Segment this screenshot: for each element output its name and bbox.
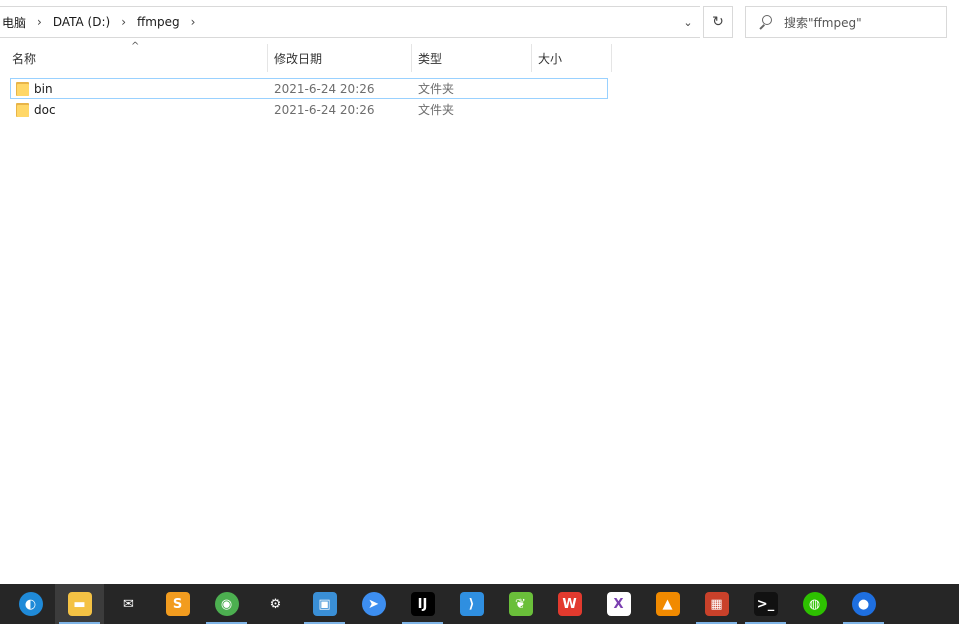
vlc-icon: ▲: [655, 592, 680, 616]
column-header-date-label: 修改日期: [274, 51, 323, 66]
taskbar-app-package-box[interactable]: ▦: [692, 584, 741, 624]
file-list: bin 2021-6-24 20:26 文件夹 doc 2021-6-24 20…: [10, 78, 608, 120]
xmind-icon: X: [606, 592, 631, 616]
file-date: 2021-6-24 20:26: [274, 102, 375, 117]
column-header-date[interactable]: 修改日期: [268, 44, 412, 72]
terminal-icon: >_: [753, 592, 778, 616]
settings-gear-icon: ⚙: [269, 596, 282, 612]
package-box-icon: ▦: [704, 592, 729, 616]
breadcrumb-item-drive[interactable]: DATA (D:): [51, 15, 112, 29]
wps-office-icon: W: [557, 592, 582, 616]
search-input[interactable]: 搜索"ffmpeg": [745, 6, 947, 38]
taskbar-app-vscode[interactable]: ⟩: [447, 584, 496, 624]
column-header-type-label: 类型: [418, 51, 443, 66]
refresh-button[interactable]: ↻: [703, 6, 733, 38]
taskbar-app-edge[interactable]: ◐: [6, 584, 55, 624]
taskbar-app-remote-desktop[interactable]: ▣: [300, 584, 349, 624]
taskbar-app-feishu[interactable]: ➤: [349, 584, 398, 624]
taskbar-app-sublime-text[interactable]: S: [153, 584, 202, 624]
breadcrumb-item-folder[interactable]: ffmpeg: [135, 15, 182, 29]
column-header-size-label: 大小: [538, 51, 563, 66]
file-row-bin[interactable]: bin 2021-6-24 20:26 文件夹: [10, 78, 608, 99]
taskbar-app-wps-office[interactable]: W: [545, 584, 594, 624]
wechat-icon: ◍: [802, 592, 827, 616]
search-placeholder: 搜索"ffmpeg": [784, 15, 862, 30]
taskbar-app-settings-gear[interactable]: ⚙: [251, 584, 300, 624]
file-type: 文件夹: [418, 103, 455, 117]
vscode-icon: ⟩: [459, 592, 484, 616]
taskbar-app-green-leaf-app[interactable]: ❦: [496, 584, 545, 624]
address-row: 电脑 › DATA (D:) › ffmpeg › ⌄ ↻ 搜索"ffmpeg": [0, 0, 959, 44]
mail-icon: ✉: [123, 596, 134, 612]
breadcrumb-item-this-pc[interactable]: 电脑: [0, 14, 28, 31]
taskbar-app-wechat[interactable]: ◍: [790, 584, 839, 624]
search-icon: [758, 15, 772, 29]
feishu-icon: ➤: [361, 592, 386, 616]
remote-desktop-icon: ▣: [312, 592, 337, 616]
map-pin-app-icon: ●: [851, 592, 876, 616]
taskbar-app-map-pin-app[interactable]: ●: [839, 584, 888, 624]
file-row-doc[interactable]: doc 2021-6-24 20:26 文件夹: [10, 99, 608, 120]
column-header-size[interactable]: 大小: [532, 44, 612, 72]
chrome-icon: ◉: [214, 592, 239, 616]
chevron-right-icon[interactable]: ›: [112, 15, 135, 29]
file-date: 2021-6-24 20:26: [274, 81, 375, 96]
chevron-right-icon[interactable]: ›: [182, 15, 205, 29]
column-headers: 名称 修改日期 类型 大小: [0, 44, 612, 72]
column-header-name[interactable]: 名称: [6, 44, 268, 72]
green-leaf-app-icon: ❦: [508, 592, 533, 616]
chevron-right-icon[interactable]: ›: [28, 15, 51, 29]
file-name: bin: [34, 81, 53, 96]
file-explorer-icon: ▬: [67, 592, 92, 616]
column-header-type[interactable]: 类型: [412, 44, 532, 72]
chevron-down-icon: ⌄: [683, 15, 693, 29]
file-name: doc: [34, 102, 56, 117]
taskbar-app-intellij-idea[interactable]: IJ: [398, 584, 447, 624]
folder-icon: [16, 82, 29, 96]
edge-icon: ◐: [18, 592, 43, 616]
taskbar-app-chrome[interactable]: ◉: [202, 584, 251, 624]
column-header-name-label: 名称: [12, 51, 37, 66]
taskbar-app-xmind[interactable]: X: [594, 584, 643, 624]
address-history-dropdown[interactable]: ⌄: [676, 6, 700, 38]
intellij-idea-icon: IJ: [410, 592, 435, 616]
taskbar-app-file-explorer[interactable]: ▬: [55, 584, 104, 624]
taskbar: ◐ ▬ ✉ S ◉ ⚙ ▣ ➤ IJ ⟩ ❦ W X ▲ ▦ >_ ◍ ●: [0, 584, 959, 624]
sublime-text-icon: S: [165, 592, 190, 616]
breadcrumb[interactable]: 电脑 › DATA (D:) › ffmpeg ›: [0, 6, 699, 38]
taskbar-app-terminal[interactable]: >_: [741, 584, 790, 624]
taskbar-app-mail[interactable]: ✉: [104, 584, 153, 624]
taskbar-app-vlc[interactable]: ▲: [643, 584, 692, 624]
file-type: 文件夹: [418, 82, 455, 96]
refresh-icon: ↻: [712, 14, 724, 30]
folder-icon: [16, 103, 29, 117]
